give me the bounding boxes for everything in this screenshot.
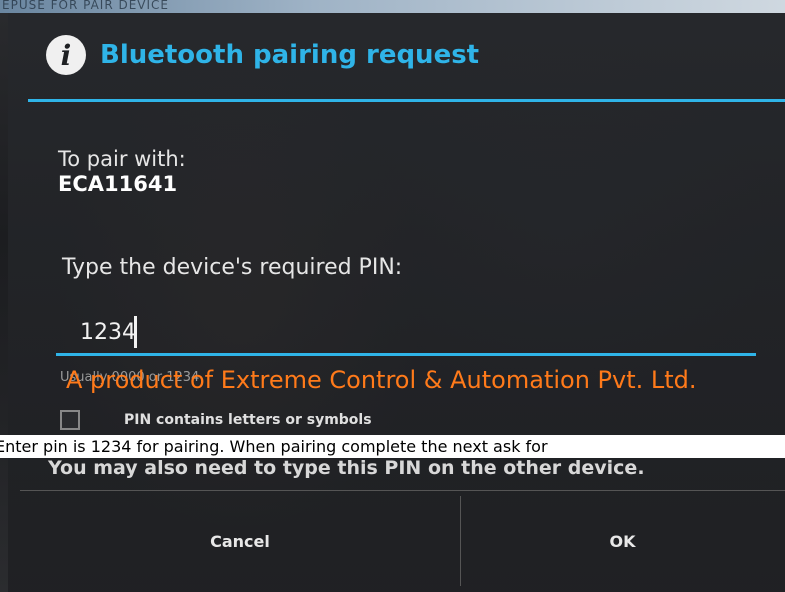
top-strip: EPUSE FOR PAIR DEVICE bbox=[0, 0, 785, 13]
dialog-title: Bluetooth pairing request bbox=[100, 40, 480, 70]
pin-input[interactable] bbox=[56, 312, 756, 356]
watermark-overlay: A product of Extreme Control & Automatio… bbox=[66, 366, 697, 394]
dialog-button-bar: Cancel OK bbox=[8, 490, 785, 592]
pair-with-label: To pair with: bbox=[58, 147, 186, 171]
letters-symbols-checkbox[interactable] bbox=[60, 410, 80, 430]
pin-prompt-label: Type the device's required PIN: bbox=[62, 255, 403, 280]
letters-symbols-label: PIN contains letters or symbols bbox=[124, 412, 372, 428]
title-divider bbox=[28, 99, 785, 102]
ok-button[interactable]: OK bbox=[460, 491, 785, 592]
text-cursor bbox=[134, 316, 137, 348]
cancel-button[interactable]: Cancel bbox=[20, 491, 460, 592]
info-icon: i bbox=[46, 35, 86, 75]
device-name: ECA11641 bbox=[58, 172, 178, 196]
dialog-title-row: i Bluetooth pairing request bbox=[46, 33, 479, 77]
caption-bar: Enter pin is 1234 for pairing. When pair… bbox=[0, 435, 785, 458]
other-device-note: You may also need to type this PIN on th… bbox=[48, 457, 645, 479]
top-strip-text: EPUSE FOR PAIR DEVICE bbox=[2, 0, 170, 12]
caption-text: Enter pin is 1234 for pairing. When pair… bbox=[0, 437, 548, 456]
